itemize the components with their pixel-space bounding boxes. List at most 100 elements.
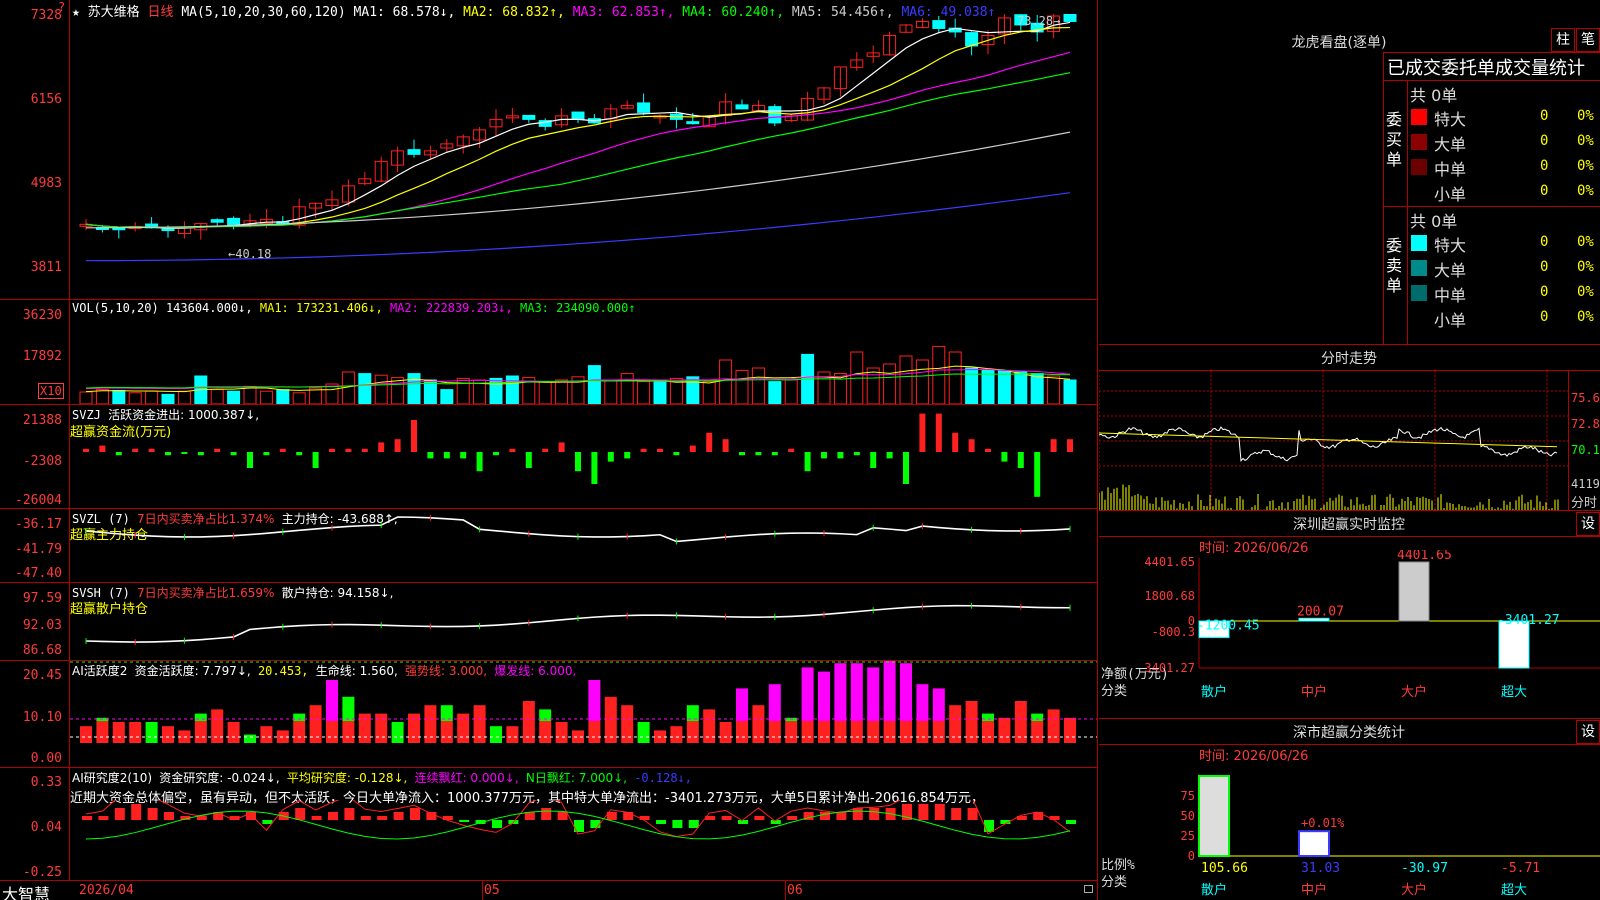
fund-flow-bar [919, 413, 926, 452]
sz-class-settings-button[interactable]: 设 [1576, 720, 1600, 744]
research-bar [934, 804, 945, 820]
activity-bar-base [949, 721, 962, 743]
fund-flow-bar [197, 452, 204, 456]
activity-bar [375, 713, 388, 721]
activity-bar [342, 696, 355, 721]
svzj-axis-tick: 21388 [22, 413, 62, 428]
tab-bar-view[interactable]: 柱 [1551, 28, 1575, 52]
volume-chart[interactable] [70, 318, 1097, 404]
monitor-category-label: 超大 [1501, 685, 1527, 700]
order-percent: 0% [1577, 158, 1594, 174]
volume-bar [1014, 371, 1028, 404]
activity-bar-base [211, 721, 224, 743]
research-bar [754, 816, 765, 820]
activity-bar [900, 663, 912, 721]
sz-monitor-bar-chart[interactable]: 4401.651800.680-800.3-3401.27-1200.45散户2… [1099, 550, 1600, 718]
research-bar [852, 808, 863, 820]
fund-flow-bar [493, 452, 499, 456]
activity-bar-base [604, 721, 617, 743]
sell-total: 共 0单 [1410, 212, 1458, 231]
fund-flow-bar [411, 420, 417, 452]
svzl-axis-tick: -41.79 [15, 542, 62, 557]
intraday-title: 分时走势 [1321, 351, 1377, 367]
activity-bar-base [342, 721, 355, 743]
fund-flow-bar [689, 445, 696, 452]
candle-body [571, 111, 585, 120]
candlestick-chart[interactable] [70, 14, 1097, 299]
fund-flow-bar [263, 452, 270, 456]
fund-flow-bar [329, 448, 335, 452]
volume-bar [276, 389, 290, 404]
vol-ma3: MA3: 234090.000↑ [520, 301, 636, 315]
order-percent: 0% [1577, 108, 1594, 124]
sz-monitor-settings-button[interactable]: 设 [1576, 512, 1600, 536]
volume-bar [997, 369, 1011, 404]
ai-research-red: 连续飘红: 0.000↓, [414, 771, 519, 785]
activity-bar-base [982, 721, 994, 743]
research-bar [541, 808, 552, 820]
fund-flow-bar [558, 442, 565, 452]
order-percent: 0% [1577, 284, 1594, 300]
order-count: 0 [1540, 234, 1549, 250]
svzj-bar-chart[interactable] [70, 405, 1097, 508]
ai-active-axis-tick: 0.00 [30, 751, 62, 766]
volume-bar [374, 374, 388, 404]
activity-bar [982, 713, 994, 721]
research-bar [328, 812, 338, 820]
research-bar [984, 820, 994, 832]
activity-bar [129, 722, 142, 743]
activity-bar-base [457, 721, 470, 743]
svzj-axis-tick: -26004 [15, 493, 62, 508]
ai-research-chart[interactable] [70, 800, 1097, 880]
fund-flow-bar [99, 445, 106, 452]
volume-bar [620, 373, 634, 404]
fund-flow-bar [673, 452, 680, 456]
legend-swatch [1411, 159, 1427, 175]
activity-bar-base [1064, 721, 1076, 743]
activity-bar [637, 722, 650, 743]
fund-flow-bar [181, 452, 188, 454]
ai-active-chart[interactable] [70, 661, 1097, 767]
main-chart-area[interactable]: ★ 苏大维格 日线 MA(5,10,20,30,60,120) MA1: 68.… [0, 0, 1098, 900]
svsh-line-chart[interactable] [70, 583, 1097, 660]
activity-bar [293, 713, 306, 721]
high-annotation: 73.28→ [1017, 14, 1061, 28]
monitor-bar-label: -1200.45 [1197, 619, 1260, 634]
monitor-category-label: 大户 [1401, 684, 1427, 700]
low-annotation: ←40.18 [228, 247, 272, 261]
fund-flow-bar [985, 448, 991, 452]
intraday-chart[interactable] [1099, 371, 1569, 510]
volume-bar [981, 369, 995, 404]
volume-bar [145, 390, 159, 404]
research-bar [590, 820, 601, 828]
volume-bar [899, 355, 913, 404]
volume-bar [1063, 379, 1077, 404]
volume-bar [915, 359, 929, 404]
tab-stroke-view[interactable]: 笔 [1576, 28, 1600, 52]
monitor-category-label: 中户 [1301, 684, 1327, 700]
activity-bar [244, 734, 256, 743]
research-bar [820, 812, 830, 820]
research-bar [98, 816, 109, 820]
fund-flow-bar [870, 452, 877, 468]
fund-flow-bar [247, 452, 253, 468]
class-bar [1298, 830, 1330, 858]
activity-bar-base [932, 721, 945, 743]
research-bar [114, 808, 125, 820]
class-xlabel: 分类 [1101, 875, 1127, 890]
research-bar [459, 820, 470, 822]
fund-flow-bar [1017, 452, 1024, 468]
activity-bar [194, 713, 207, 721]
volume-bar [1047, 375, 1061, 404]
volume-bar [653, 379, 667, 404]
svzl-line-chart[interactable] [70, 509, 1097, 582]
lock-icon[interactable] [1084, 885, 1093, 893]
fund-flow-bar [476, 452, 483, 472]
research-bar [295, 808, 306, 820]
vol-label: VOL(5,10,20) [72, 301, 159, 315]
svzl-axis-tick: -47.40 [15, 566, 62, 581]
sz-class-bar-chart[interactable]: 75 50 25 0 105.66 散户 31.03 中户 -30.97 大户 -5.71 超大 +0.… [1099, 760, 1600, 900]
fund-flow-bar [706, 432, 713, 452]
order-percent: 0% [1577, 259, 1594, 275]
activity-bar-base [539, 721, 552, 743]
